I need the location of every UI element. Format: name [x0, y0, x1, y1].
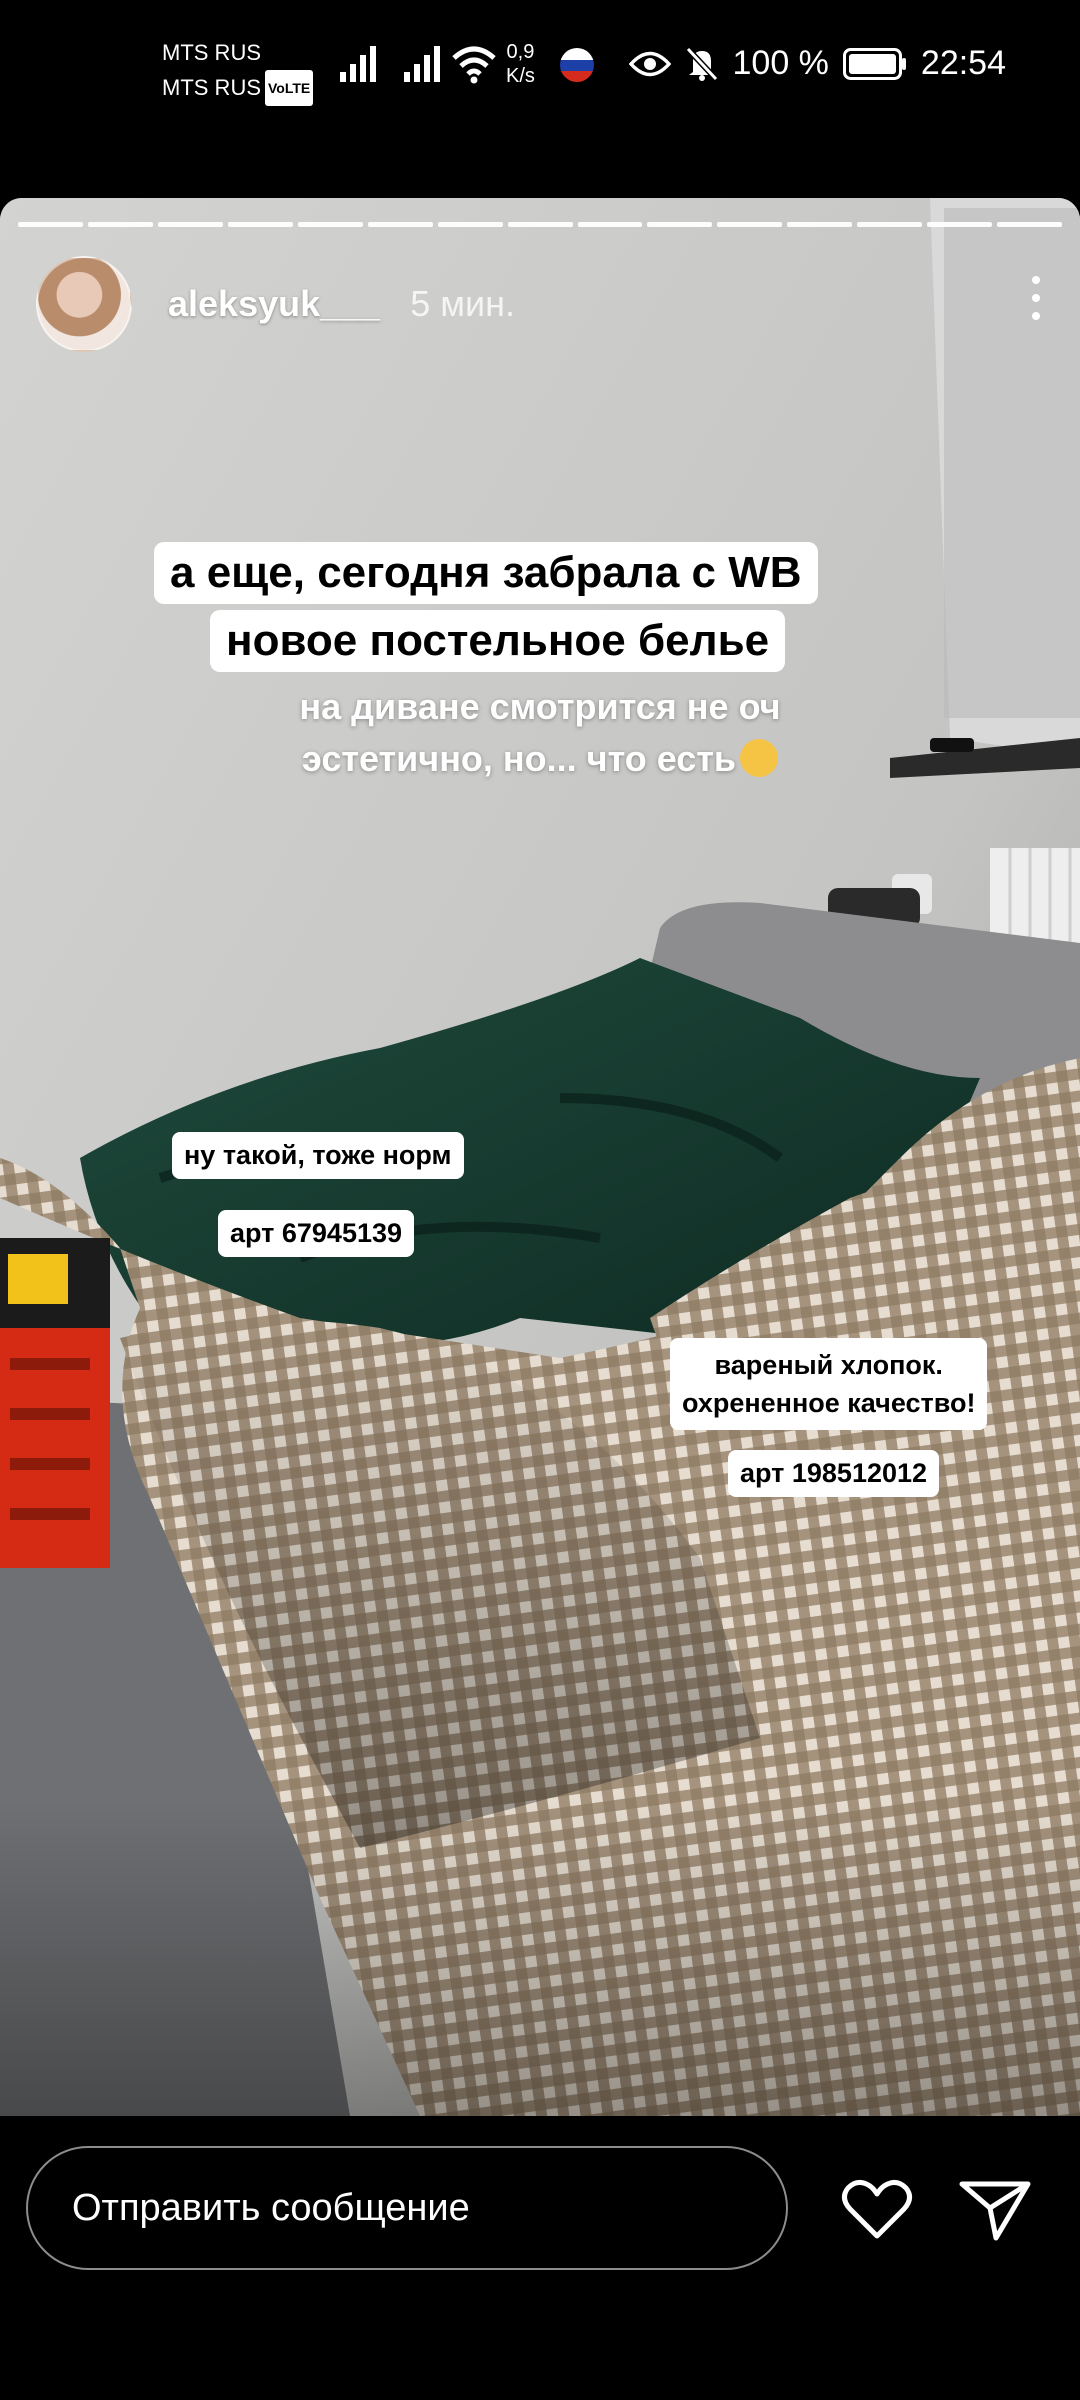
status-bar: MTS RUS MTS RUS VoLTE 0,9 K/s 100 % 22:5… — [0, 0, 1080, 140]
carrier-info: MTS RUS MTS RUS VoLTE — [162, 36, 314, 106]
caption-line-1: на диване смотрится не оч — [299, 686, 781, 727]
article-green-set: арт 67945139 — [218, 1210, 415, 1257]
headline-line-2: новое постельное белье — [210, 610, 786, 672]
net-speed-unit: K/s — [506, 65, 535, 87]
caption-line-2: эстетично, но... что есть — [301, 738, 737, 779]
story-photo — [0, 198, 1080, 2116]
heart-icon[interactable] — [840, 2178, 914, 2242]
note-gingham-line-1: вареный хлопок. — [714, 1350, 943, 1380]
volte-badge: VoLTE — [265, 70, 314, 106]
signal-icon — [404, 46, 440, 82]
eye-icon — [628, 51, 671, 76]
signal-icon — [340, 46, 376, 82]
note-green-set: ну такой, тоже норм — [172, 1132, 464, 1179]
russia-flag-icon — [560, 48, 594, 82]
story-footer: Отправить сообщение — [0, 2116, 1080, 2400]
caption-line-2-wrap: эстетично, но... что есть — [0, 738, 1080, 780]
net-speed-value: 0,9 — [506, 41, 535, 63]
bell-muted-icon — [685, 46, 718, 81]
carrier-1: MTS RUS — [162, 40, 261, 65]
clock: 22:54 — [920, 44, 1006, 82]
battery-percent: 100 % — [732, 44, 829, 82]
story-progress — [18, 222, 1063, 227]
status-right: 100 % 22:54 — [628, 44, 1006, 83]
wifi-icon — [452, 46, 496, 84]
article-gingham-set: арт 198512012 — [728, 1450, 940, 1497]
send-icon[interactable] — [958, 2178, 1032, 2242]
story-view[interactable]: aleksyuk___ 5 мин. а еще, сегодня забрал… — [0, 198, 1080, 2116]
username[interactable]: aleksyuk___ — [168, 283, 380, 325]
carrier-2: MTS RUS — [162, 75, 261, 100]
headline-line-1: а еще, сегодня забрала с WB — [154, 542, 818, 604]
note-gingham-set: вареный хлопок. охрененное качество! — [670, 1338, 988, 1430]
posted-time: 5 мин. — [410, 283, 515, 324]
message-input[interactable]: Отправить сообщение — [26, 2146, 788, 2270]
network-speed: 0,9 K/s — [506, 40, 535, 88]
battery-icon — [842, 47, 906, 80]
story-header: aleksyuk___ 5 мин. — [36, 256, 1046, 352]
sweat-smile-emoji-icon — [740, 739, 779, 777]
more-options-icon[interactable] — [1026, 276, 1046, 332]
avatar[interactable] — [36, 256, 132, 352]
note-gingham-line-2: охрененное качество! — [682, 1388, 976, 1418]
